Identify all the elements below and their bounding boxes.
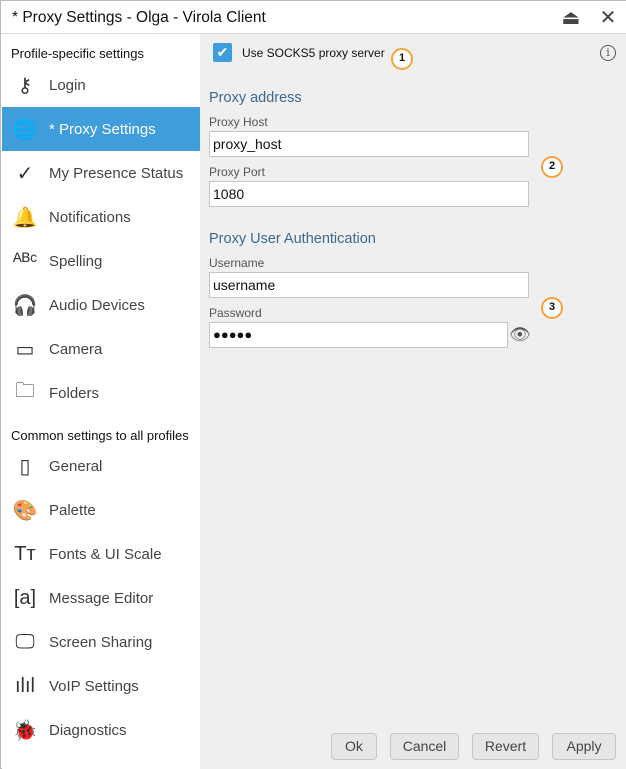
font-scale-icon: Tт bbox=[14, 542, 36, 565]
sidebar-item-folders[interactable]: 🗀 Folders bbox=[2, 371, 200, 415]
info-icon[interactable]: i bbox=[600, 45, 616, 61]
cancel-button[interactable]: Cancel bbox=[390, 733, 459, 760]
general-icon: ▯ bbox=[19, 455, 31, 478]
ok-button[interactable]: Ok bbox=[331, 733, 377, 760]
sidebar-item-message-editor[interactable]: [a] Message Editor bbox=[2, 576, 200, 620]
sidebar-item-label: VoIP Settings bbox=[49, 677, 139, 695]
window-title: * Proxy Settings - Olga - Virola Client bbox=[12, 9, 266, 26]
folder-search-icon: 🗀 bbox=[15, 380, 35, 402]
sidebar-item-label: Login bbox=[49, 76, 86, 94]
message-editor-icon: [a] bbox=[13, 586, 37, 609]
use-socks5-label: Use SOCKS5 proxy server bbox=[242, 46, 385, 60]
sidebar-item-diagnostics[interactable]: 🐞 Diagnostics bbox=[2, 708, 200, 752]
proxy-host-label: Proxy Host bbox=[209, 115, 268, 129]
screen-share-icon: 🖵 bbox=[15, 630, 35, 653]
globe-icon: 🌐 bbox=[12, 118, 38, 141]
common-settings-header: Common settings to all profiles bbox=[11, 428, 189, 443]
key-icon: ⚷ bbox=[17, 74, 33, 97]
main-panel: ✔ Use SOCKS5 proxy server 1 i Proxy addr… bbox=[200, 34, 626, 769]
username-input[interactable] bbox=[209, 272, 529, 298]
password-label: Password bbox=[209, 306, 262, 320]
sidebar-item-label: Message Editor bbox=[49, 589, 154, 607]
sidebar-item-label: General bbox=[49, 457, 103, 475]
proxy-port-label: Proxy Port bbox=[209, 165, 266, 179]
sidebar-item-label: My Presence Status bbox=[49, 164, 184, 182]
callout-badge-2: 2 bbox=[541, 156, 563, 178]
close-icon[interactable]: ✕ bbox=[595, 5, 621, 31]
proxy-address-header: Proxy address bbox=[209, 90, 302, 106]
apply-button[interactable]: Apply bbox=[552, 733, 616, 760]
sidebar-item-my-presence-status[interactable]: ✓ My Presence Status bbox=[2, 151, 200, 195]
sidebar-item-label: Diagnostics bbox=[49, 721, 127, 739]
waveform-icon: ılıl bbox=[15, 674, 35, 697]
sidebar-item-palette[interactable]: 🎨 Palette bbox=[2, 488, 200, 532]
callout-badge-1: 1 bbox=[391, 48, 413, 70]
sidebar-item-label: * Proxy Settings bbox=[49, 120, 156, 138]
abc-check-icon: ᴬᴮᶜ bbox=[12, 249, 38, 272]
sidebar-item-camera[interactable]: ▭ Camera bbox=[2, 327, 200, 371]
proxy-auth-header: Proxy User Authentication bbox=[209, 231, 376, 247]
palette-icon: 🎨 bbox=[12, 499, 38, 522]
sidebar-item-general[interactable]: ▯ General bbox=[2, 444, 200, 488]
sidebar-item-label: Camera bbox=[49, 340, 103, 358]
eject-icon[interactable]: ⏏ bbox=[558, 5, 584, 31]
camera-icon: ▭ bbox=[15, 338, 35, 361]
revert-button[interactable]: Revert bbox=[472, 733, 539, 760]
profile-settings-header: Profile-specific settings bbox=[11, 46, 144, 61]
sidebar-item-label: Folders bbox=[49, 384, 100, 402]
show-password-eye-icon[interactable]: 👁 bbox=[509, 325, 531, 345]
sidebar-item-proxy-settings[interactable]: 🌐 * Proxy Settings bbox=[2, 107, 200, 151]
title-bar: * Proxy Settings - Olga - Virola Client … bbox=[1, 1, 626, 34]
sidebar-item-notifications[interactable]: 🔔 Notifications bbox=[2, 195, 200, 239]
callout-badge-3: 3 bbox=[541, 297, 563, 319]
username-label: Username bbox=[209, 256, 265, 270]
sidebar-item-label: Palette bbox=[49, 501, 96, 519]
bug-icon: 🐞 bbox=[12, 719, 38, 742]
sidebar-item-label: Fonts & UI Scale bbox=[49, 545, 162, 563]
sidebar-item-login[interactable]: ⚷ Login bbox=[2, 63, 200, 107]
sidebar-item-audio-devices[interactable]: 🎧 Audio Devices bbox=[2, 283, 200, 327]
settings-window: * Proxy Settings - Olga - Virola Client … bbox=[0, 0, 626, 769]
sidebar-item-label: Audio Devices bbox=[49, 296, 145, 314]
sidebar-item-label: Screen Sharing bbox=[49, 633, 153, 651]
sidebar-item-label: Notifications bbox=[49, 208, 131, 226]
sidebar: Profile-specific settings Common setting… bbox=[2, 34, 200, 769]
bell-icon: 🔔 bbox=[12, 206, 38, 229]
sidebar-item-label: Spelling bbox=[49, 252, 103, 270]
sidebar-item-spelling[interactable]: ᴬᴮᶜ Spelling bbox=[2, 239, 200, 283]
sidebar-item-fonts-ui-scale[interactable]: Tт Fonts & UI Scale bbox=[2, 532, 200, 576]
proxy-host-input[interactable] bbox=[209, 131, 529, 157]
use-socks5-checkbox[interactable]: ✔ bbox=[213, 43, 232, 62]
password-input[interactable]: ●●●●● bbox=[209, 322, 508, 348]
headset-icon: 🎧 bbox=[12, 294, 38, 317]
proxy-port-input[interactable] bbox=[209, 181, 529, 207]
check-circle-icon: ✓ bbox=[16, 162, 34, 185]
sidebar-item-screen-sharing[interactable]: 🖵 Screen Sharing bbox=[2, 620, 200, 664]
sidebar-item-voip-settings[interactable]: ılıl VoIP Settings bbox=[2, 664, 200, 708]
